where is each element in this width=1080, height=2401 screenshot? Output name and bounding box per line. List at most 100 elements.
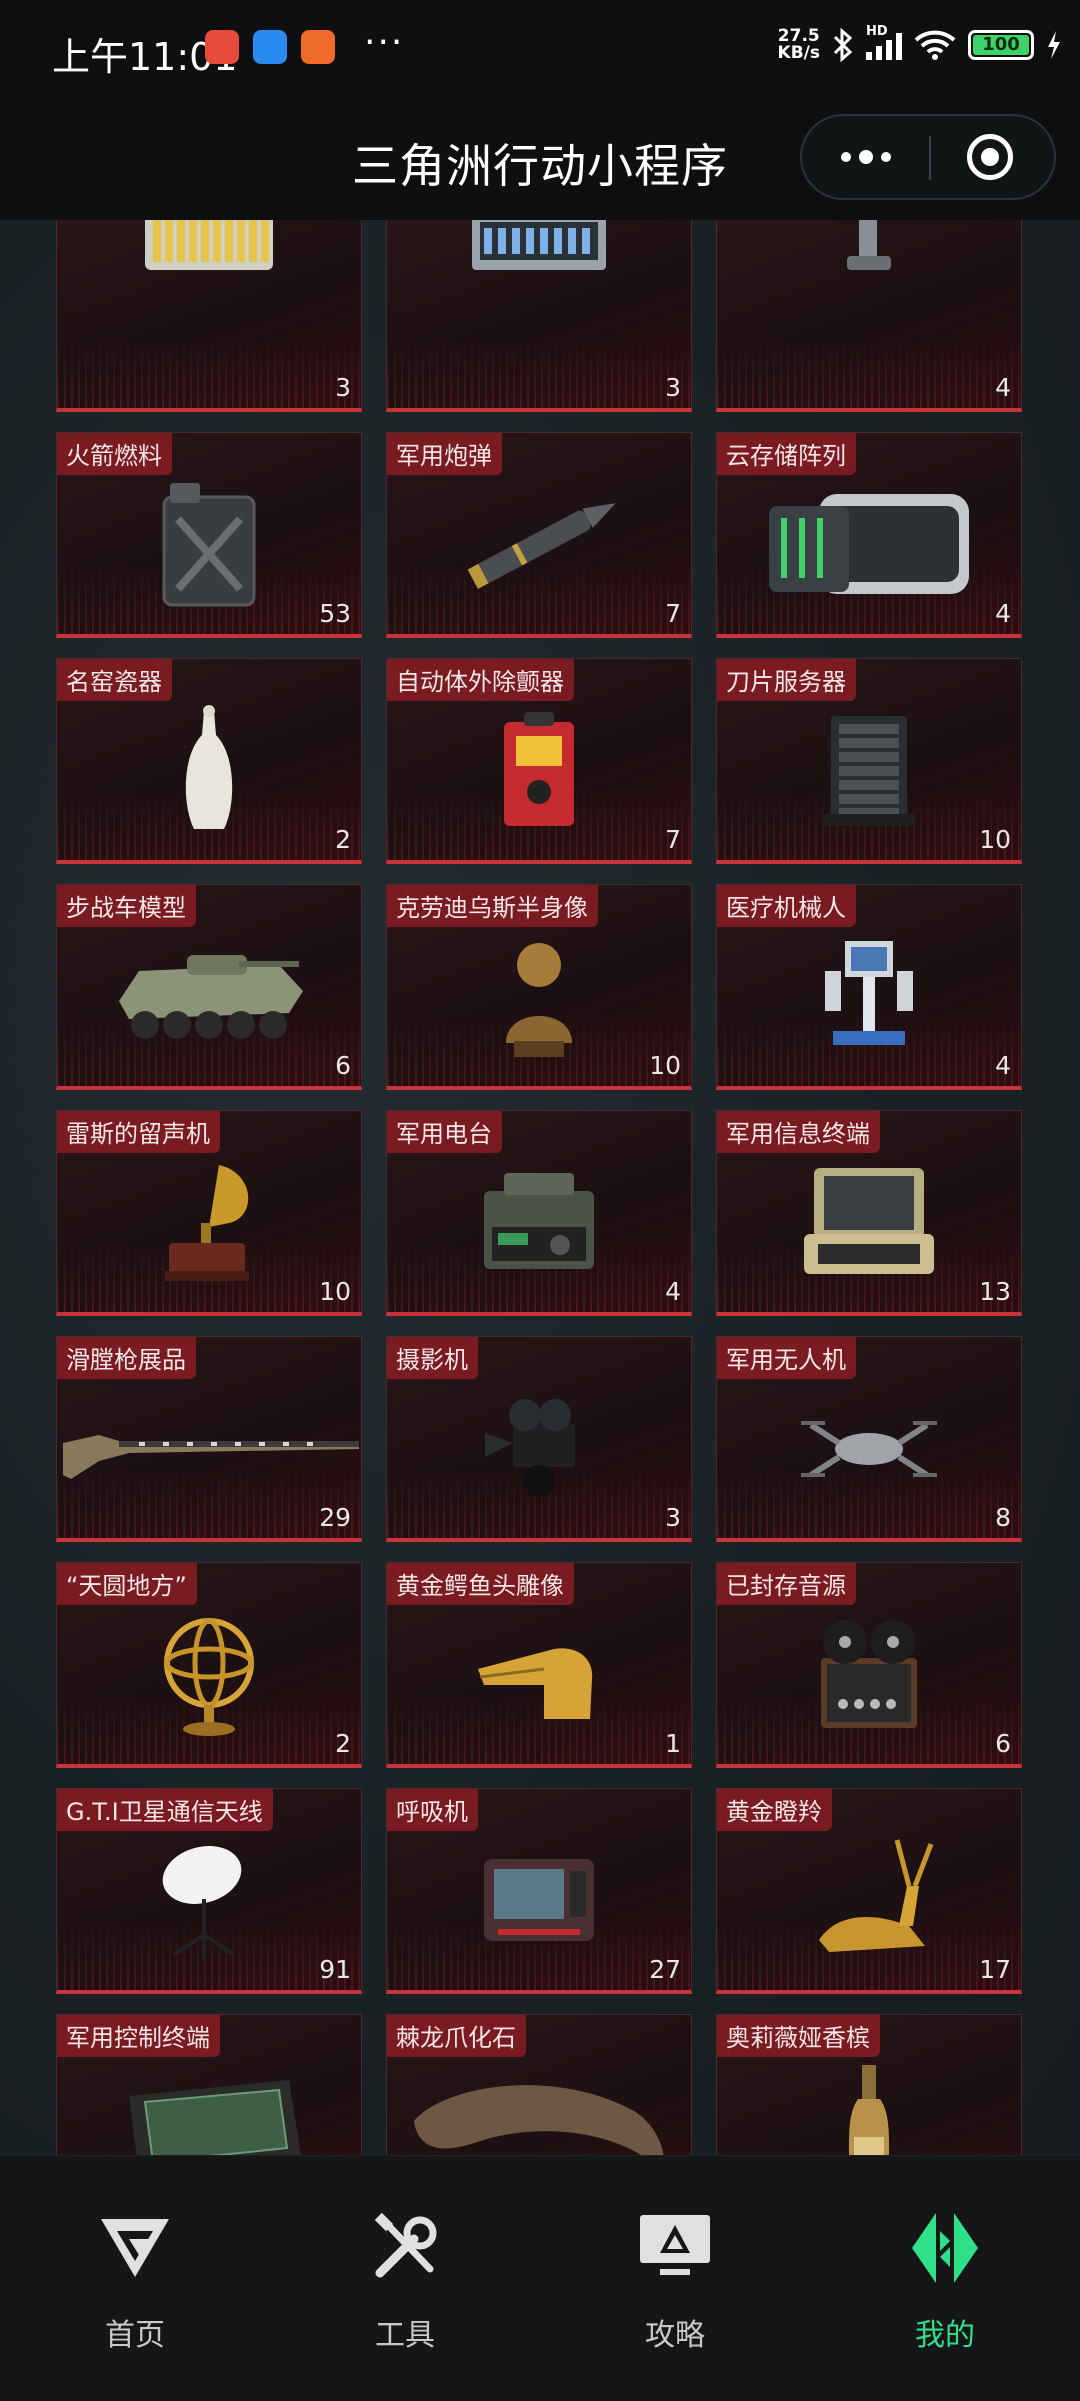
item-name: “天圆地方” <box>57 1563 197 1605</box>
tab-label: 首页 <box>105 2318 165 2353</box>
item-name: 军用控制终端 <box>57 2015 220 2057</box>
item-name: 军用炮弹 <box>387 433 502 475</box>
item-name: 黄金鳄鱼头雕像 <box>387 1563 574 1605</box>
item-card[interactable]: 奥莉薇娅香槟37 <box>716 2014 1022 2155</box>
more-dots-icon[interactable] <box>802 116 929 198</box>
control-terminal-icon <box>109 2066 309 2155</box>
item-count: 3 <box>665 373 681 402</box>
item-card[interactable]: 雷斯的留声机 10 <box>56 1110 362 1316</box>
bust-statue-icon <box>494 931 584 1065</box>
item-card[interactable]: “天圆地方” 2 <box>56 1562 362 1768</box>
item-name: 刀片服务器 <box>717 659 856 701</box>
item-card[interactable]: 4 <box>716 220 1022 412</box>
item-card[interactable]: 3 <box>56 220 362 412</box>
item-name: 呼吸机 <box>387 1789 478 1831</box>
item-name: 火箭燃料 <box>57 433 172 475</box>
charging-icon <box>1048 31 1060 59</box>
item-card[interactable]: 云存储阵列 4 <box>716 432 1022 638</box>
item-card[interactable]: 军用电台 4 <box>386 1110 692 1316</box>
item-card[interactable]: 医疗机械人 4 <box>716 884 1022 1090</box>
tab-label: 攻略 <box>645 2318 705 2353</box>
item-name: 名窑瓷器 <box>57 659 172 701</box>
item-card[interactable]: G.T.I卫星通信天线 91 <box>56 1788 362 1994</box>
golden-crocodile-icon <box>474 1619 604 1733</box>
movie-camera-icon <box>479 1393 599 1507</box>
device-icon <box>839 220 899 280</box>
item-count: 7 <box>665 825 681 854</box>
item-count: 29 <box>319 1503 351 1532</box>
app-icon-orange <box>301 30 335 64</box>
item-card[interactable]: 棘龙爪化石23 <box>386 2014 692 2155</box>
tab-label: 我的 <box>915 2318 975 2353</box>
ifv-model-icon <box>109 941 309 1055</box>
blade-server-icon <box>819 710 919 834</box>
status-bar: 上午11:01 ··· 27.5 KB/s HD 100 <box>0 0 1080 100</box>
item-count: 6 <box>335 1051 351 1080</box>
tape-recorder-icon <box>809 1614 929 1738</box>
collection-list[interactable]: 3 3 4 火箭燃料 53 军用炮弹 7 云存储阵列 4 名窑瓷器 2 自动体外除颤器 7 刀片服务器 10… <box>0 220 1080 2155</box>
capsule-divider <box>929 136 931 180</box>
storage-array-icon <box>759 484 979 608</box>
item-card[interactable]: 呼吸机 27 <box>386 1788 692 1994</box>
medical-robot-icon <box>819 931 919 1065</box>
item-card[interactable]: 已封存音源 6 <box>716 1562 1022 1768</box>
item-card[interactable]: 军用信息终端 13 <box>716 1110 1022 1316</box>
tab-profile[interactable]: 我的 <box>855 2208 1035 2354</box>
net-speed-unit: KB/s <box>777 43 820 63</box>
claw-fossil-icon <box>404 2071 674 2155</box>
defibrillator-icon <box>494 710 584 834</box>
item-grid: 3 3 4 火箭燃料 53 军用炮弹 7 云存储阵列 4 名窑瓷器 2 自动体外除颤器 7 刀片服务器 10… <box>56 220 1024 2155</box>
target-close-icon[interactable] <box>967 134 1013 180</box>
battery-level: 100 <box>973 35 1029 55</box>
ventilator-icon <box>474 1845 604 1959</box>
item-count: 13 <box>979 1277 1011 1306</box>
bluetooth-icon <box>833 28 853 62</box>
wifi-icon <box>914 30 956 60</box>
status-app-icons <box>205 30 335 64</box>
satellite-dish-icon <box>154 1835 264 1969</box>
item-card[interactable]: 步战车模型 6 <box>56 884 362 1090</box>
tab-tools[interactable]: 工具 <box>315 2208 495 2354</box>
item-card[interactable]: 军用控制终端46 <box>56 2014 362 2155</box>
tab-guide[interactable]: 攻略 <box>585 2208 765 2354</box>
item-name: 军用无人机 <box>717 1337 856 1379</box>
item-count: 4 <box>995 599 1011 628</box>
item-count: 8 <box>995 1503 1011 1532</box>
item-count: 2 <box>335 1729 351 1758</box>
item-card[interactable]: 摄影机 3 <box>386 1336 692 1542</box>
item-count: 4 <box>995 1051 1011 1080</box>
item-count: 10 <box>649 1051 681 1080</box>
item-card[interactable]: 刀片服务器 10 <box>716 658 1022 864</box>
item-name: 雷斯的留声机 <box>57 1111 220 1153</box>
tools-icon <box>374 2213 437 2278</box>
item-name: 摄影机 <box>387 1337 478 1379</box>
cell-signal: HD <box>866 24 902 60</box>
net-speed: 27.5 KB/s <box>778 28 820 62</box>
tab-home[interactable]: 首页 <box>45 2208 225 2354</box>
item-card[interactable]: 黄金瞪羚 17 <box>716 1788 1022 1994</box>
item-card[interactable]: 3 <box>386 220 692 412</box>
musket-icon <box>59 1413 359 1487</box>
tab-label: 工具 <box>375 2318 435 2353</box>
item-count: 10 <box>979 825 1011 854</box>
guide-monitor-icon <box>640 2215 710 2275</box>
app-header: 三角洲行动小程序 <box>0 100 1080 220</box>
item-card[interactable]: 军用炮弹 7 <box>386 432 692 638</box>
item-name: 军用电台 <box>387 1111 502 1153</box>
item-card[interactable]: 黄金鳄鱼头雕像 1 <box>386 1562 692 1768</box>
item-card[interactable]: 自动体外除颤器 7 <box>386 658 692 864</box>
item-count: 7 <box>665 599 681 628</box>
item-card[interactable]: 名窑瓷器 2 <box>56 658 362 864</box>
item-name: 医疗机械人 <box>717 885 856 927</box>
item-card[interactable]: 火箭燃料 53 <box>56 432 362 638</box>
item-name: 云存储阵列 <box>717 433 856 475</box>
item-card[interactable]: 克劳迪乌斯半身像 10 <box>386 884 692 1090</box>
item-card[interactable]: 滑膛枪展品 29 <box>56 1336 362 1542</box>
item-count: 10 <box>319 1277 351 1306</box>
item-name: G.T.I卫星通信天线 <box>57 1789 273 1831</box>
item-name: 军用信息终端 <box>717 1111 880 1153</box>
item-card[interactable]: 军用无人机 8 <box>716 1336 1022 1542</box>
item-count: 3 <box>335 373 351 402</box>
item-count: 91 <box>319 1955 351 1984</box>
status-indicators: 27.5 KB/s HD 100 <box>778 24 1062 62</box>
